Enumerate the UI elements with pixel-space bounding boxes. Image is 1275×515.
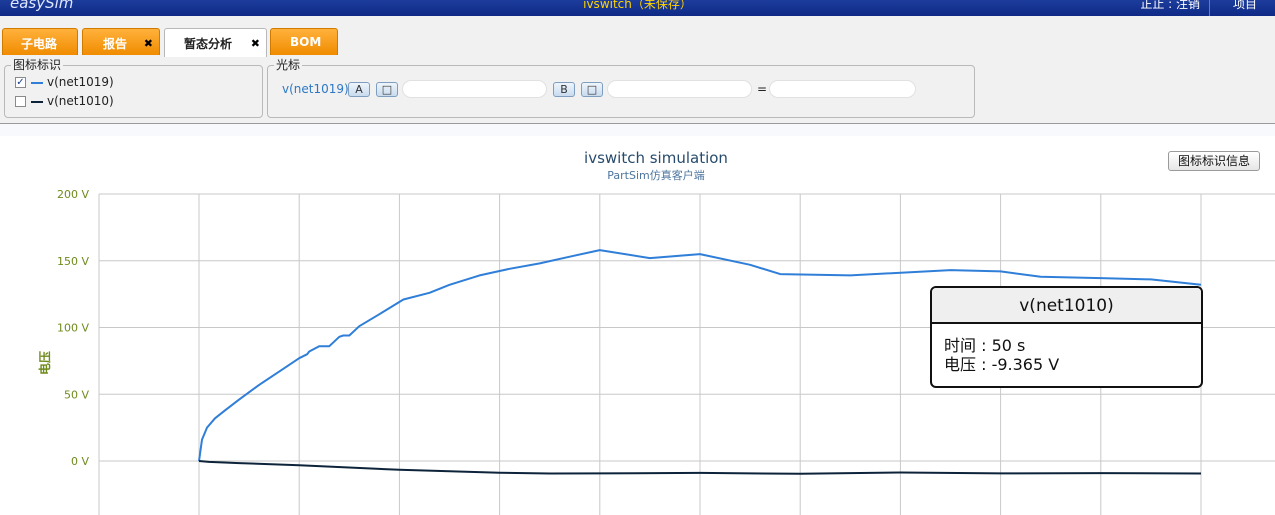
cursor-series-select[interactable]: v(net1019) <box>282 82 349 96</box>
tab-report[interactable]: 报告 ✖ <box>82 28 160 55</box>
cursor-panel-title: 光标 <box>276 58 301 72</box>
y-tick-label: 50 V <box>64 388 89 401</box>
tab-subcircuit[interactable]: 子电路 <box>2 28 78 55</box>
y-axis-ticks: 200 V 150 V 100 V 50 V 0 V <box>57 188 89 468</box>
y-axis-label: 电压 <box>37 351 52 375</box>
tab-transient-analysis[interactable]: 暂态分析 ✖ <box>164 28 267 57</box>
tab-label: 报告 <box>103 37 128 51</box>
tab-label: 子电路 <box>21 37 58 51</box>
chart-subtitle: PartSim仿真客户端 <box>607 168 704 182</box>
series-swatch <box>31 101 43 103</box>
document-title: ivswitch（未保存） <box>583 0 692 11</box>
y-tick-label: 200 V <box>57 188 89 201</box>
equals-sign: = <box>757 82 768 96</box>
legend-item-label: v(net1010) <box>47 94 114 108</box>
cursor-b-button[interactable]: B <box>553 82 575 97</box>
close-tab-icon[interactable]: ✖ <box>251 37 260 50</box>
toolbar-panel: 图标标识 ✓ v(net1019) v(net1010) 光标 v(net101… <box>0 57 1275 124</box>
project-button[interactable]: 项目 <box>1233 0 1257 12</box>
legend-item-label: v(net1019) <box>47 75 114 89</box>
legend-checkbox-checked[interactable]: ✓ <box>15 77 26 88</box>
cursor-a-value-field[interactable] <box>402 80 547 98</box>
y-tick-label: 150 V <box>57 255 89 268</box>
legend-checkbox[interactable] <box>15 96 26 107</box>
app-header-bar: easySim ivswitch（未保存） 正止 : 注销 项目 <box>0 0 1275 17</box>
cursor-a-toggle-button[interactable]: □ <box>376 82 398 97</box>
tab-bom[interactable]: BOM <box>270 28 338 55</box>
hover-tooltip: v(net1010) 时间 : 50 s 电压 : -9.365 V <box>930 286 1203 388</box>
cursor-b-value-field[interactable] <box>607 80 752 98</box>
chart-title: ivswitch simulation <box>584 149 728 167</box>
series-swatch <box>31 82 43 84</box>
tab-strip: 子电路 报告 ✖ 暂态分析 ✖ BOM <box>0 16 1275 57</box>
user-logout-link[interactable]: 正止 : 注销 <box>1140 0 1200 12</box>
cursor-panel: 光标 v(net1019) A □ B □ = <box>267 58 975 118</box>
cursor-difference-field[interactable] <box>769 80 916 98</box>
cursor-a-button[interactable]: A <box>348 82 370 97</box>
y-tick-label: 100 V <box>57 322 89 335</box>
header-divider <box>1209 0 1210 16</box>
legend-panel: 图标标识 ✓ v(net1019) v(net1010) <box>4 58 263 118</box>
y-tick-label: 0 V <box>71 455 89 468</box>
legend-panel-title: 图标标识 <box>13 58 62 72</box>
tooltip-title: v(net1010) <box>932 288 1201 324</box>
close-tab-icon[interactable]: ✖ <box>144 37 153 50</box>
tab-label: BOM <box>290 35 322 49</box>
tab-label: 暂态分析 <box>184 37 233 51</box>
cursor-b-toggle-button[interactable]: □ <box>581 82 603 97</box>
tooltip-voltage: 电压 : -9.365 V <box>944 355 1060 374</box>
